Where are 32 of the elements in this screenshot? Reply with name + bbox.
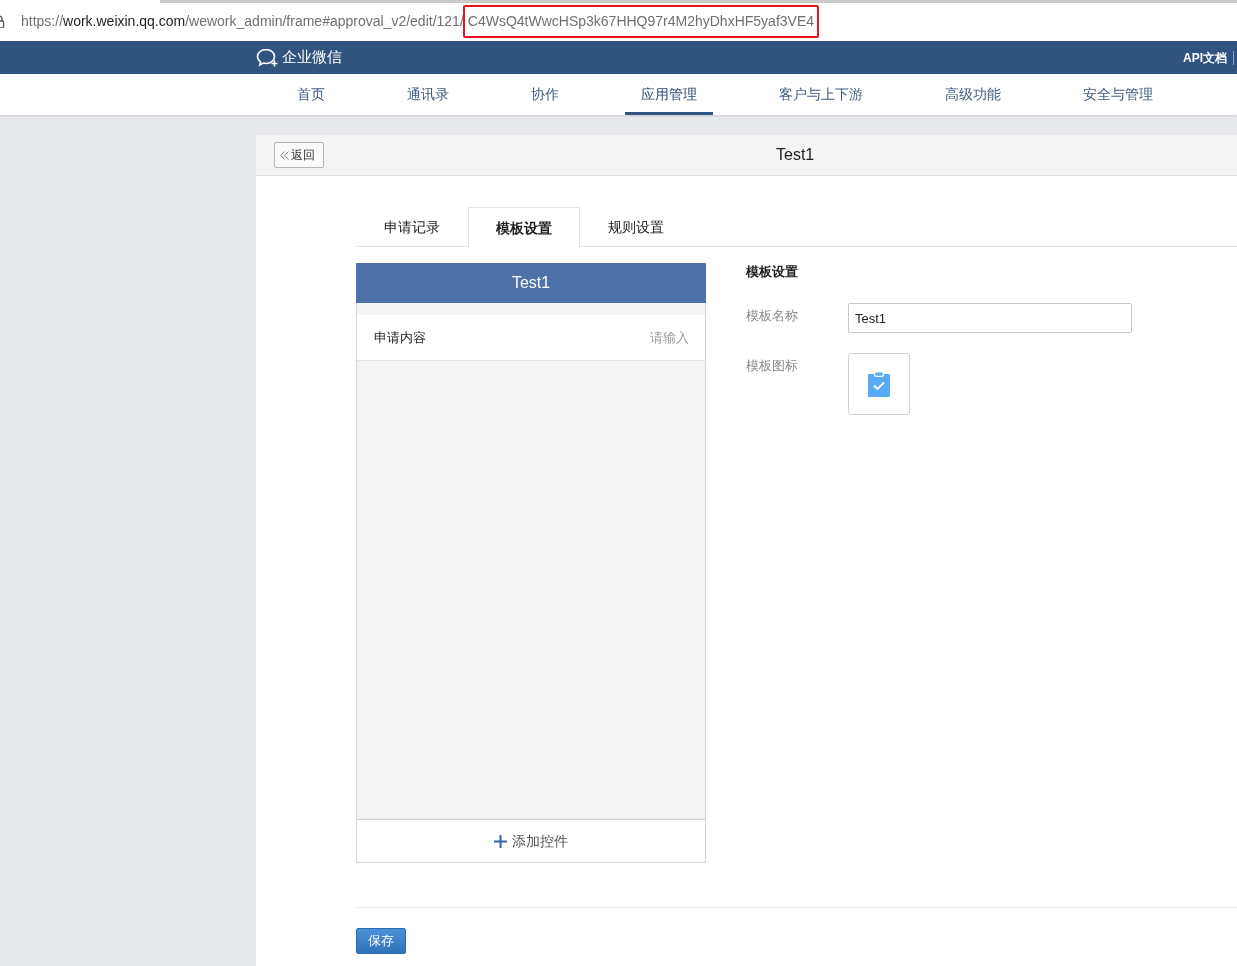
api-docs-link[interactable]: API文档: [1183, 48, 1227, 67]
clipboard-check-icon: [868, 371, 890, 397]
plus-icon: [494, 834, 507, 848]
nav-tab[interactable]: 通讯录: [391, 74, 465, 115]
tab[interactable]: 申请记录: [356, 207, 468, 247]
back-button[interactable]: 返回: [274, 142, 324, 168]
preview-title-bar: Test1: [356, 263, 706, 303]
tab[interactable]: 模板设置: [468, 207, 580, 248]
template-name-input[interactable]: Test1: [848, 303, 1132, 333]
add-control-button[interactable]: 添加控件: [357, 820, 705, 862]
chat-bubble-icon: [256, 47, 279, 68]
field-label: 模板名称: [746, 307, 799, 325]
save-button[interactable]: 保存: [356, 928, 406, 954]
input-field[interactable]: 请输入: [579, 327, 689, 348]
url-text[interactable]: https://work.weixin.qq.com/wework_admin/frame#approval_v2/edit/121/: [21, 11, 464, 32]
nav-tab[interactable]: 协作: [515, 74, 575, 115]
nav-tab[interactable]: 高级功能: [929, 74, 1017, 115]
logo-text: 企业微信: [282, 47, 342, 68]
form-field-row[interactable]: 申请内容 请输入: [357, 315, 705, 361]
highlighted-url-segment: C4WsQ4tWwcHSp3k67HHQ97r4M2hyDhxHF5yaf3VE4: [462, 5, 820, 38]
lock-icon: [0, 15, 5, 28]
section-heading: 模板设置: [746, 263, 799, 281]
field-label: 申请内容: [374, 328, 426, 347]
page-title: Test1: [776, 145, 815, 165]
icon-picker[interactable]: [848, 353, 910, 415]
tab[interactable]: 规则设置: [580, 207, 692, 247]
field-label: 模板图标: [746, 357, 799, 375]
nav-tab[interactable]: 安全与管理: [1067, 74, 1169, 115]
nav-tab[interactable]: 首页: [281, 74, 341, 115]
nav-tab[interactable]: 客户与上下游: [763, 74, 879, 115]
double-chevron-icon: [280, 150, 289, 160]
nav-tab[interactable]: 应用管理: [625, 74, 713, 115]
